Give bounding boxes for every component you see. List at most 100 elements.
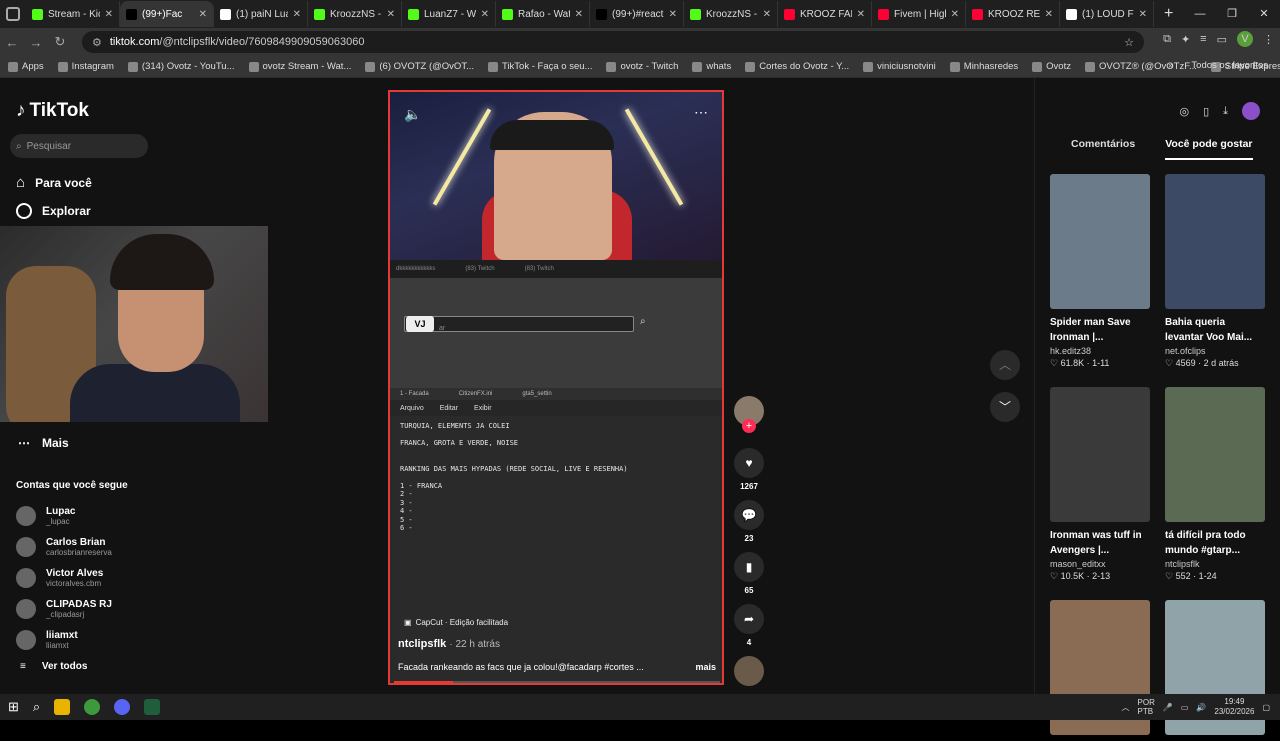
close-window-button[interactable]: ✕ xyxy=(1248,0,1280,28)
nav-for-you[interactable]: ⌂ Para você xyxy=(16,174,92,191)
tab-close-icon[interactable]: ✕ xyxy=(1045,9,1053,20)
extensions-icon[interactable]: ⧉ xyxy=(1163,33,1171,46)
nav-more[interactable]: ⋯ Mais xyxy=(18,436,69,450)
tab-close-icon[interactable]: ✕ xyxy=(481,9,489,20)
tab-close-icon[interactable]: ✕ xyxy=(763,9,771,20)
browser-tab[interactable]: (1) paiN Lua ✕ xyxy=(214,1,308,27)
site-info-icon[interactable]: ⚙ xyxy=(92,36,102,49)
tab-close-icon[interactable]: ✕ xyxy=(387,9,395,20)
followed-account[interactable]: Victor Alves victoralves.cbm xyxy=(16,568,103,588)
music-disc-button[interactable] xyxy=(734,656,764,686)
url-field[interactable]: ⚙ tiktok.com/@ntclipsflk/video/760984990… xyxy=(82,31,1144,53)
download-icon[interactable]: ⤓ xyxy=(1223,105,1228,118)
browser-tab[interactable]: KroozzNS - ✕ xyxy=(684,1,778,27)
maximize-button[interactable]: ❐ xyxy=(1216,0,1248,28)
mic-icon[interactable]: 🎤 xyxy=(1163,703,1173,712)
suggested-video-card[interactable]: Bahia queria levantar Voo Mai... net.ofc… xyxy=(1165,174,1265,369)
search-input[interactable]: ⌕ Pesquisar xyxy=(10,134,148,158)
tab-close-icon[interactable]: ✕ xyxy=(105,9,113,20)
tab-comments[interactable]: Comentários xyxy=(1071,138,1135,160)
tab-close-icon[interactable]: ✕ xyxy=(951,9,959,20)
puzzle-icon[interactable]: ✦ xyxy=(1181,33,1190,46)
browser-tab[interactable]: (99+)#react ✕ xyxy=(590,1,684,27)
tab-close-icon[interactable]: ✕ xyxy=(857,9,865,20)
user-avatar[interactable] xyxy=(1242,102,1260,120)
bookmark-item[interactable]: TikTok - Faça o seu... xyxy=(488,61,592,72)
bookmark-item[interactable]: viniciusnotvini xyxy=(863,61,936,72)
video-thumbnail[interactable] xyxy=(1165,174,1265,309)
nav-explore[interactable]: Explorar xyxy=(16,203,91,219)
suggested-video-card[interactable]: Spider man Save Ironman |... hk.editz38 … xyxy=(1050,174,1150,369)
next-video-button[interactable]: ﹀ xyxy=(990,392,1020,422)
follow-plus-icon[interactable]: + xyxy=(742,419,756,433)
tab-search-icon[interactable] xyxy=(6,7,20,21)
capcut-badge[interactable]: ▣ CapCut · Edição facilitada xyxy=(404,618,508,627)
video-thumbnail[interactable] xyxy=(1165,387,1265,522)
media-icon[interactable]: ≡ xyxy=(1200,33,1206,45)
bookmark-item[interactable]: Minhasredes xyxy=(949,61,1018,72)
minimize-button[interactable]: — xyxy=(1184,0,1216,28)
share-button[interactable]: ➦ 4 xyxy=(734,604,764,647)
bookmark-item[interactable]: ovotz - Twitch xyxy=(606,61,678,72)
notification-icon[interactable]: ▢ xyxy=(1262,703,1270,712)
bookmark-item[interactable]: Ovotz xyxy=(1032,61,1071,72)
card-author[interactable]: mason_editxx xyxy=(1050,559,1150,569)
bookmark-item[interactable]: (314) Ovotz - YouTu... xyxy=(127,61,235,72)
previous-video-button[interactable]: ︿ xyxy=(990,350,1020,380)
language-indicator[interactable]: POR PTB xyxy=(1138,698,1155,716)
forward-button[interactable]: → xyxy=(24,35,48,50)
tab-you-may-like[interactable]: Você pode gostar xyxy=(1165,138,1253,160)
bookmark-item[interactable]: Apps xyxy=(8,61,44,72)
see-all-button[interactable]: ≡ Ver todos xyxy=(20,661,87,672)
browser-tab[interactable]: KROOZ FALA ✕ xyxy=(778,1,872,27)
browser-tab[interactable]: (1) LOUD Fa ✕ xyxy=(1060,1,1154,27)
browser-tab[interactable]: Stream - Kic ✕ xyxy=(26,1,120,27)
browser-tab[interactable]: (99+)Fac ✕ xyxy=(120,1,214,27)
caption-more-button[interactable]: mais xyxy=(695,662,716,672)
windows-start-icon[interactable]: ⊞ xyxy=(8,699,19,715)
browser-tab[interactable]: KROOZ REA ✕ xyxy=(966,1,1060,27)
phone-icon[interactable]: ▯ xyxy=(1203,105,1209,118)
bookmark-item[interactable]: (6) OVOTZ (@OvOT... xyxy=(365,61,474,72)
browser-tab[interactable]: Fivem | High ✕ xyxy=(872,1,966,27)
profile-avatar[interactable]: V xyxy=(1237,31,1253,47)
video-thumbnail[interactable] xyxy=(1050,387,1150,522)
suggested-video-card[interactable]: tá difícil pra todo mundo #gtarp... ntcl… xyxy=(1165,387,1265,582)
video-more-icon[interactable]: ⋯ xyxy=(694,104,708,121)
all-bookmarks-link[interactable]: Todos os favoritos xyxy=(1191,60,1268,71)
followed-account[interactable]: Lupac _lupac xyxy=(16,506,75,526)
tab-close-icon[interactable]: ✕ xyxy=(575,9,583,20)
bookmarks-overflow-icon[interactable]: » xyxy=(1168,60,1173,71)
app-icon[interactable] xyxy=(144,699,161,715)
save-button[interactable]: ▮ 65 xyxy=(734,552,764,595)
chrome-icon[interactable] xyxy=(84,699,101,715)
comment-button[interactable]: 💬 23 xyxy=(734,500,764,543)
followed-account[interactable]: liiamxt liiamxt xyxy=(16,630,78,650)
card-author[interactable]: ntclipsflk xyxy=(1165,559,1265,569)
tray-chevron-icon[interactable]: ︿ xyxy=(1122,702,1130,713)
bookmark-item[interactable]: Instagram xyxy=(57,61,114,72)
clock[interactable]: 19:49 23/02/2026 xyxy=(1214,697,1254,717)
menu-icon[interactable]: ⋮ xyxy=(1263,33,1274,46)
volume-icon[interactable]: 🔈 xyxy=(404,106,421,123)
browser-tab[interactable]: Rafao - Wat ✕ xyxy=(496,1,590,27)
reload-button[interactable]: ↻ xyxy=(48,34,72,50)
compass-small-icon[interactable]: ◎ xyxy=(1179,105,1189,118)
browser-tab[interactable]: LuanZ7 - Wa ✕ xyxy=(402,1,496,27)
tab-close-icon[interactable]: ✕ xyxy=(1139,9,1147,20)
bookmark-item[interactable]: whats xyxy=(692,61,731,72)
back-button[interactable]: ← xyxy=(0,35,24,50)
author-avatar-button[interactable]: + xyxy=(734,396,764,433)
discord-icon[interactable] xyxy=(114,699,131,715)
tab-close-icon[interactable]: ✕ xyxy=(199,9,207,20)
file-explorer-icon[interactable] xyxy=(54,699,71,715)
video-thumbnail[interactable] xyxy=(1050,174,1150,309)
like-button[interactable]: ♥ 1267 xyxy=(734,448,764,491)
video-progress-bar[interactable] xyxy=(394,681,720,683)
search-taskbar-icon[interactable]: ⌕ xyxy=(33,699,40,715)
video-author[interactable]: ntclipsflk · 22 h atrás xyxy=(398,638,500,650)
sidepanel-icon[interactable]: ▭ xyxy=(1217,33,1227,46)
tiktok-logo[interactable]: ♪ TikTok xyxy=(16,100,89,122)
volume-tray-icon[interactable]: 🔊 xyxy=(1196,703,1206,712)
tab-close-icon[interactable]: ✕ xyxy=(669,9,677,20)
